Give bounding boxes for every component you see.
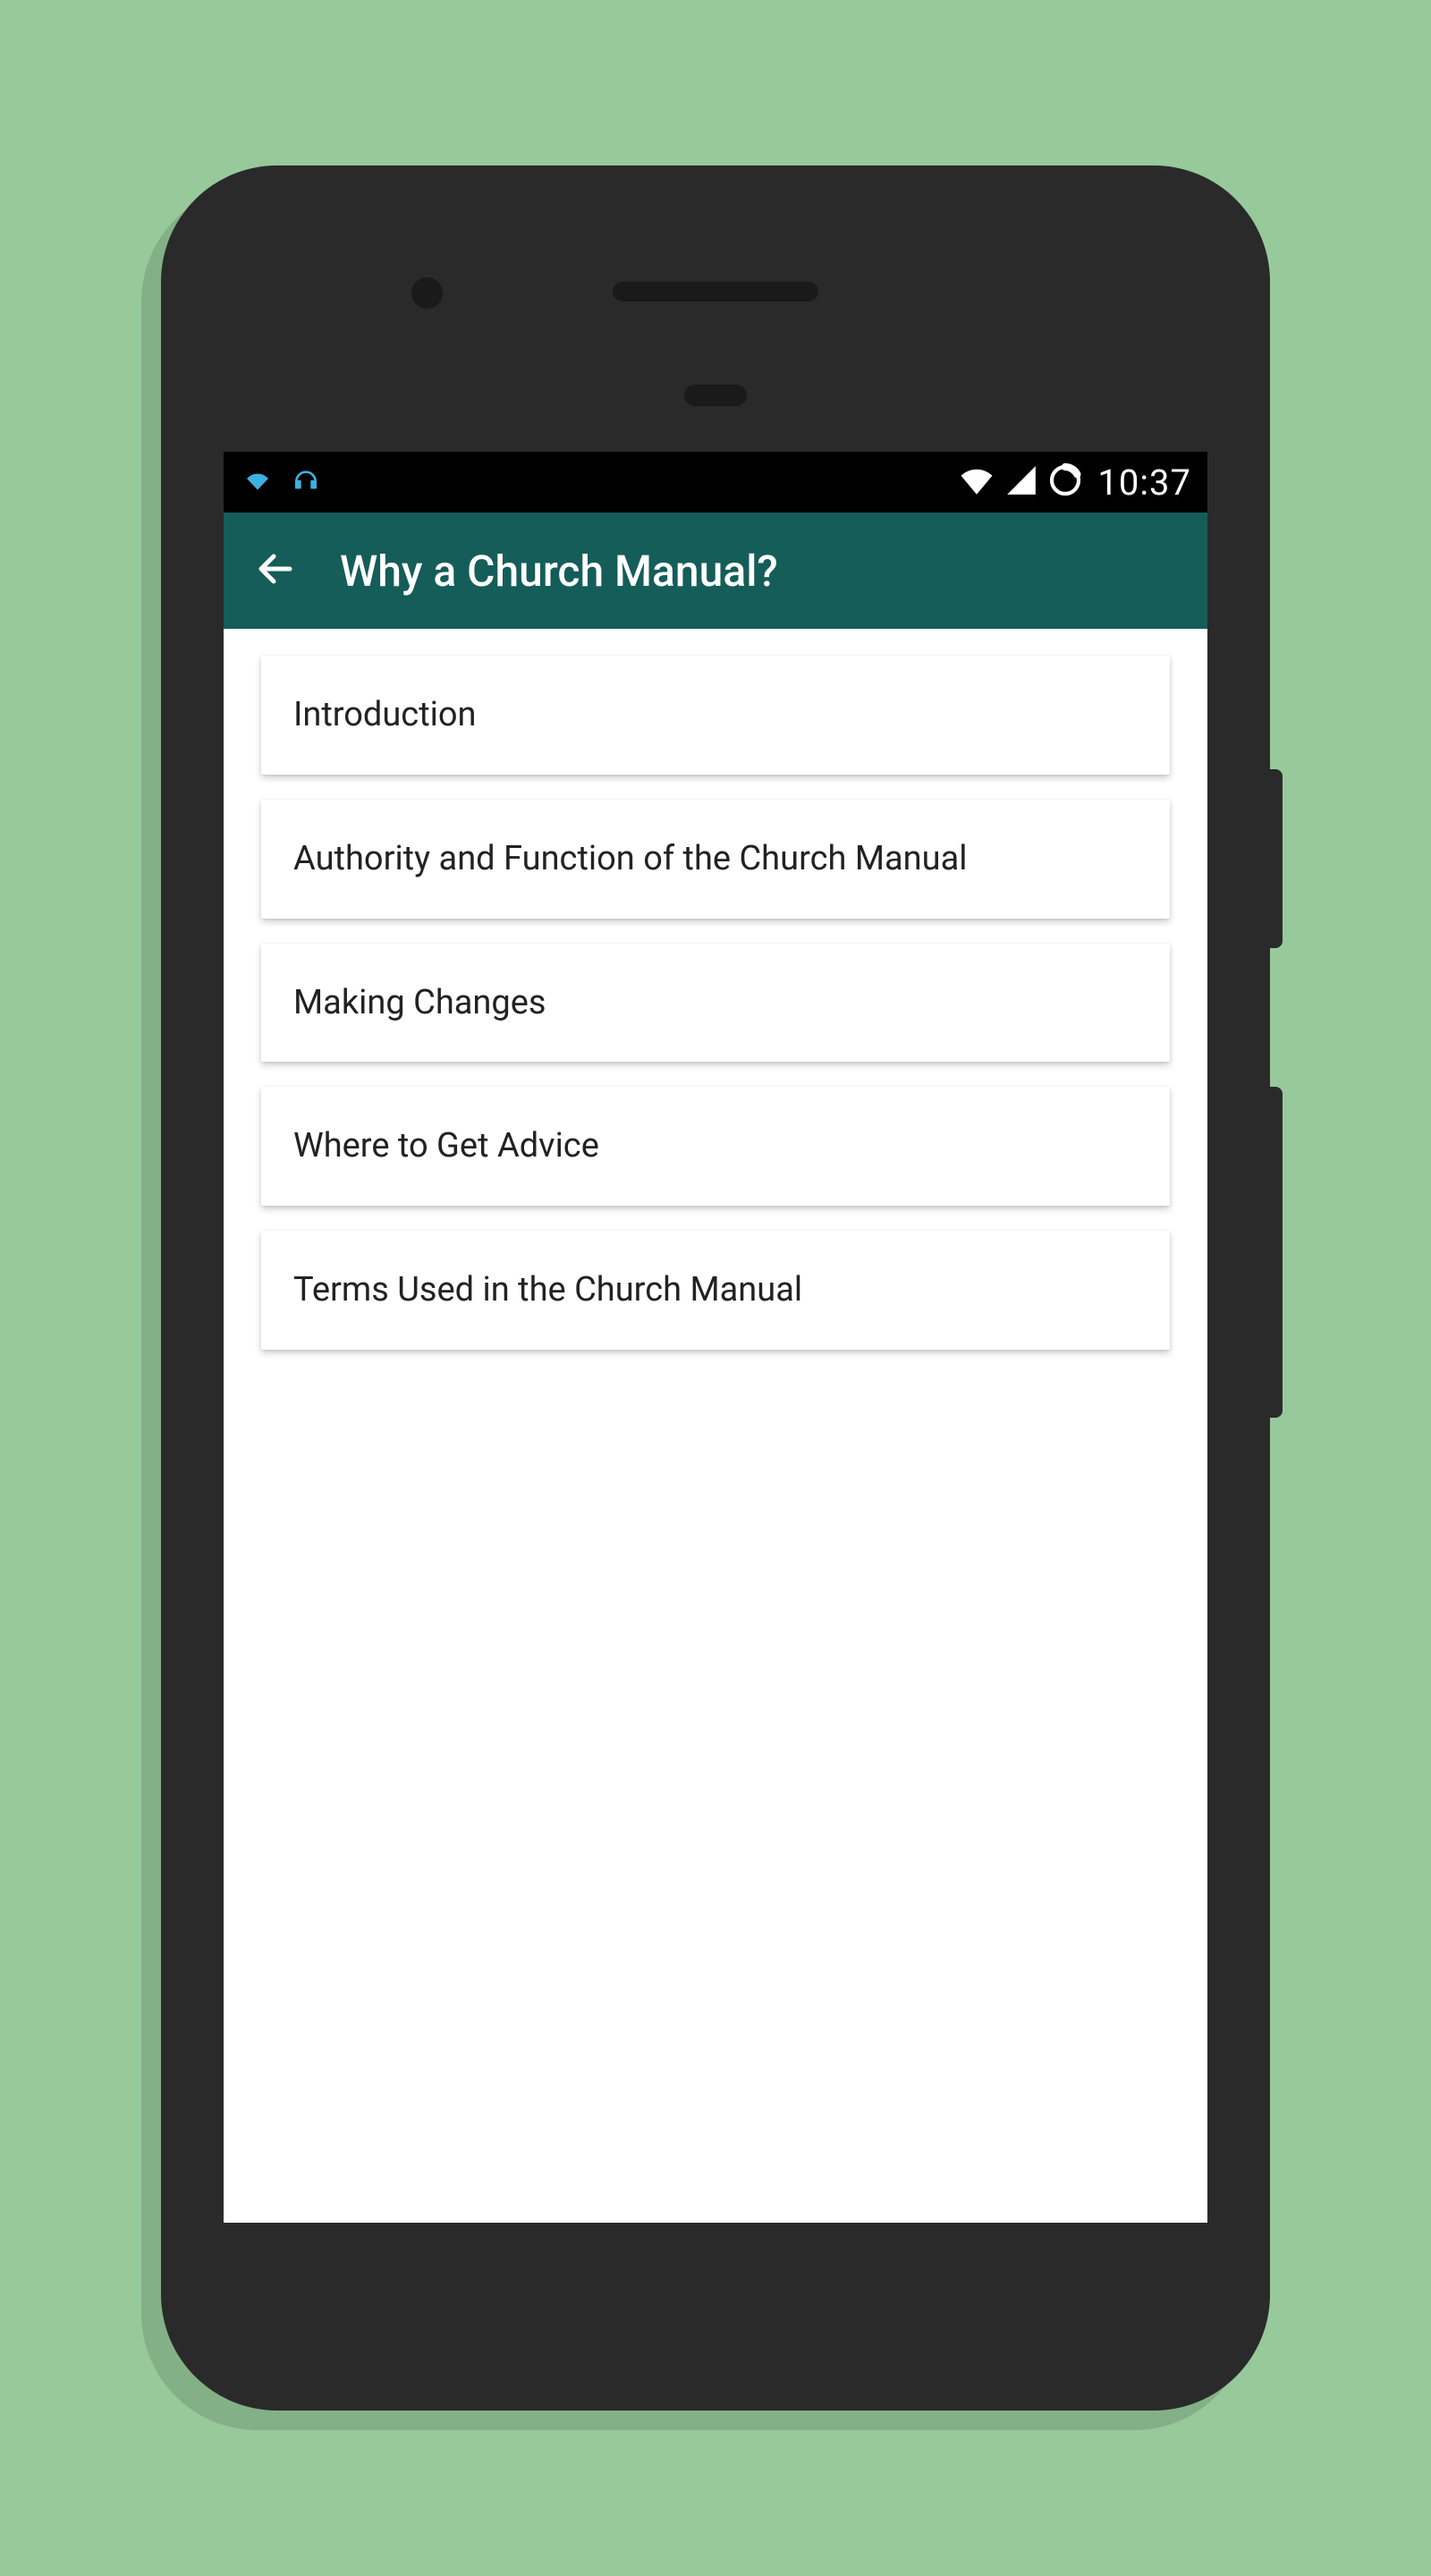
list-item-label: Where to Get Advice (293, 1126, 599, 1165)
app-bar: Why a Church Manual? (224, 513, 1207, 629)
arrow-left-icon (254, 547, 297, 594)
list-item[interactable]: Authority and Function of the Church Man… (261, 800, 1170, 919)
content: Introduction Authority and Function of t… (224, 629, 1207, 1402)
phone-camera-dot (411, 277, 443, 309)
list-item-label: Authority and Function of the Church Man… (293, 839, 968, 878)
back-button[interactable] (249, 544, 302, 597)
list-item[interactable]: Making Changes (261, 944, 1170, 1063)
headphones-icon (292, 466, 320, 498)
list-item[interactable]: Introduction (261, 656, 1170, 775)
list-item-label: Terms Used in the Church Manual (293, 1270, 802, 1309)
wifi-indicator-icon (958, 462, 995, 503)
status-right: 10:37 (958, 462, 1191, 504)
cellular-signal-icon (1004, 463, 1038, 501)
list-item-label: Introduction (293, 695, 477, 734)
loading-circle-icon (1047, 462, 1083, 502)
screen: 10:37 Why a Church Manual? Introduction … (224, 452, 1207, 2223)
phone-frame: 10:37 Why a Church Manual? Introduction … (161, 165, 1270, 2411)
wifi-icon (243, 466, 272, 498)
list-item[interactable]: Terms Used in the Church Manual (261, 1231, 1170, 1350)
status-left (243, 466, 320, 498)
list-item[interactable]: Where to Get Advice (261, 1087, 1170, 1206)
status-clock: 10:37 (1097, 462, 1191, 504)
phone-power-button (1270, 769, 1283, 948)
phone-earpiece (613, 282, 818, 301)
phone-sensor-slot (684, 385, 747, 406)
page-title: Why a Church Manual? (340, 546, 778, 597)
status-bar: 10:37 (224, 452, 1207, 513)
phone-volume-button (1270, 1087, 1283, 1418)
list-item-label: Making Changes (293, 983, 546, 1022)
